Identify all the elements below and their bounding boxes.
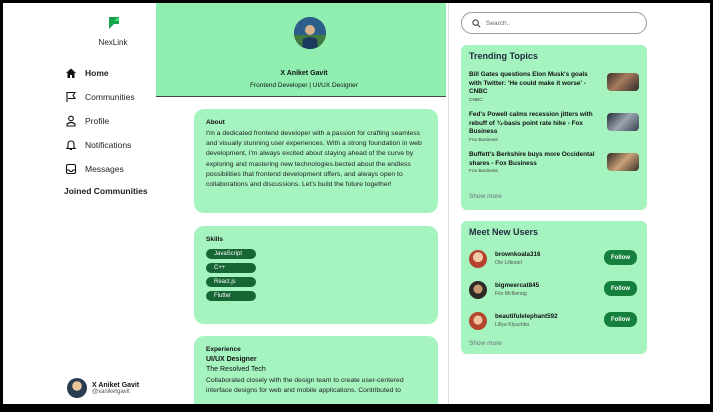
trending-source: CNBC [469, 97, 483, 103]
logo-icon[interactable] [106, 15, 122, 31]
follow-button[interactable]: Follow [604, 312, 637, 327]
left-sidebar: NexLink Home Communities Profile Notific… [3, 3, 165, 404]
user-suggestion: brownkoala316 Ole Lillestel Follow [469, 243, 639, 274]
news-thumbnail [607, 73, 639, 91]
real-name: Filo McIlwraig [495, 291, 527, 297]
trending-headline: Buffett's Berkshire buys more Occidental… [469, 151, 595, 167]
profile-title: Frontend Developer | UI/UX Designer [250, 82, 358, 89]
nav-label: Messages [85, 164, 124, 174]
profile-avatar [294, 17, 326, 49]
current-user-name: X Aniket Gavit [92, 381, 140, 389]
skills-title: Skills [206, 236, 223, 243]
brand-name: NexLink [98, 38, 128, 47]
real-name: Ole Lillestel [495, 260, 522, 266]
nav-label: Notifications [85, 140, 132, 150]
username[interactable]: brownkoala316 [495, 251, 541, 258]
experience-text: Collaborated closely with the design tea… [206, 377, 404, 395]
profile-column: X Aniket Gavit Frontend Developer | UI/U… [153, 3, 449, 404]
trending-item[interactable]: Buffett's Berkshire buys more Occidental… [469, 151, 639, 191]
nav-item-notifications[interactable]: Notifications [65, 133, 135, 157]
user-icon [66, 115, 76, 127]
nav-label: Communities [85, 92, 135, 102]
main-nav: Home Communities Profile Notifications M… [65, 61, 135, 181]
new-users-show-more[interactable]: Show more [469, 340, 639, 347]
bell-icon [65, 140, 77, 151]
skill-chip: Flutter [206, 291, 256, 301]
new-users-title: Meet New Users [469, 227, 539, 237]
avatar [67, 378, 87, 398]
experience-title: Experience [206, 346, 241, 353]
news-thumbnail [607, 113, 639, 131]
skills-card: Skills JavaScript C++ React.js Flutter [194, 226, 438, 324]
flag-icon [66, 91, 77, 102]
trending-item[interactable]: Fed's Powell calms recession jitters wit… [469, 111, 639, 151]
about-card: About I'm a dedicated frontend developer… [194, 109, 438, 213]
trending-topics-card: Trending Topics Bill Gates questions Elo… [461, 45, 647, 210]
app-frame: NexLink Home Communities Profile Notific… [3, 3, 710, 404]
experience-card: Experience UI/UX Designer The Resolved T… [194, 336, 438, 404]
nav-item-profile[interactable]: Profile [65, 109, 135, 133]
inbox-icon [65, 163, 77, 175]
trending-show-more[interactable]: Show more [469, 193, 639, 200]
home-icon [66, 68, 76, 78]
nav-label: Profile [85, 116, 110, 126]
new-users-card: Meet New Users brownkoala316 Ole Lillest… [461, 221, 647, 354]
trending-headline: Fed's Powell calms recession jitters wit… [469, 111, 593, 135]
news-thumbnail [607, 153, 639, 171]
trending-headline: Bill Gates questions Elon Musk's goals w… [469, 71, 588, 95]
joined-communities-title[interactable]: Joined Communities [64, 186, 148, 196]
skill-chip: React.js [206, 277, 256, 287]
avatar[interactable] [469, 280, 487, 299]
profile-header: X Aniket Gavit Frontend Developer | UI/U… [156, 3, 446, 97]
skill-chip: JavaScript [206, 249, 256, 259]
username[interactable]: bigmeercat845 [495, 282, 539, 289]
trending-source: Fox Business [469, 137, 498, 143]
trending-title: Trending Topics [469, 51, 538, 61]
avatar[interactable] [469, 311, 487, 330]
user-suggestion: bigmeercat845 Filo McIlwraig Follow [469, 274, 639, 305]
follow-button[interactable]: Follow [604, 250, 637, 265]
follow-button[interactable]: Follow [604, 281, 637, 296]
nav-item-messages[interactable]: Messages [65, 157, 135, 181]
skill-chip: C++ [206, 263, 256, 273]
current-user-handle: @xaniketgavit [92, 388, 130, 395]
experience-company: The Resolved Tech [206, 366, 266, 373]
user-suggestion: beautifulelephant592 Lillya Klyuchko Fol… [469, 305, 639, 336]
nav-label: Home [85, 68, 109, 78]
real-name: Lillya Klyuchko [495, 322, 530, 328]
username[interactable]: beautifulelephant592 [495, 313, 558, 320]
nav-item-home[interactable]: Home [65, 61, 135, 85]
experience-role: UI/UX Designer [206, 356, 257, 363]
search-input[interactable]: Search.. [461, 12, 647, 34]
avatar[interactable] [469, 249, 487, 268]
search-placeholder: Search.. [486, 19, 511, 27]
about-title: About [206, 119, 225, 126]
trending-source: Fox Business [469, 169, 498, 174]
about-text: I'm a dedicated frontend developer with … [206, 130, 422, 189]
trending-item[interactable]: Bill Gates questions Elon Musk's goals w… [469, 71, 639, 111]
nav-item-communities[interactable]: Communities [65, 85, 135, 109]
profile-name: X Aniket Gavit [280, 70, 328, 77]
search-icon [472, 18, 481, 27]
